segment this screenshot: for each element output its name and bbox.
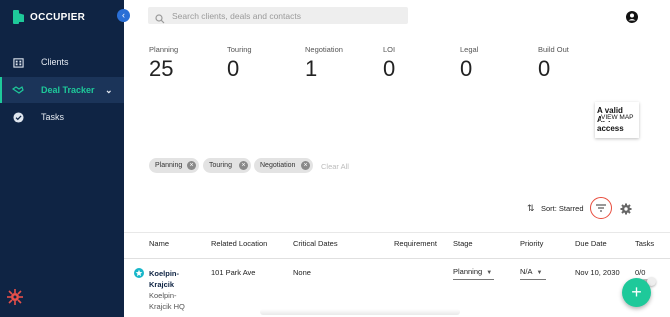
critical-dates-cell: None <box>293 268 311 277</box>
table-top-divider <box>124 232 670 233</box>
stat-build-out[interactable]: Build Out 0 <box>538 45 569 82</box>
filter-chip-planning[interactable]: Planning × <box>149 158 199 173</box>
stat-label: Negotiation <box>305 45 343 54</box>
related-location-cell: 101 Park Ave <box>211 268 256 277</box>
column-header-priority[interactable]: Priority <box>520 239 543 248</box>
stat-value: 25 <box>149 56 174 81</box>
stat-legal[interactable]: Legal 0 <box>460 45 478 82</box>
view-map-button[interactable]: VIEW MAP <box>601 114 634 121</box>
column-header-tasks[interactable]: Tasks <box>635 239 654 248</box>
column-header-requirement[interactable]: Requirement <box>394 239 437 248</box>
caret-down-icon: ▼ <box>536 270 543 276</box>
caret-down-icon: ▼ <box>486 270 493 276</box>
stat-negotiation[interactable]: Negotiation 1 <box>305 45 343 82</box>
sidebar: OCCUPIER Clients Deal Tracker ⌄ Tasks <box>0 0 124 317</box>
filter-icon <box>596 204 606 212</box>
sidebar-item-label: Clients <box>41 57 69 67</box>
stat-touring[interactable]: Touring 0 <box>227 45 252 82</box>
stat-value: 0 <box>460 56 473 81</box>
settings-gear-icon[interactable] <box>620 202 632 215</box>
due-date-cell: Nov 10, 2030 <box>575 268 620 277</box>
app-logo[interactable]: OCCUPIER <box>13 10 85 24</box>
column-header-stage[interactable]: Stage <box>453 239 473 248</box>
stat-label: Legal <box>460 45 479 54</box>
sidebar-item-clients[interactable]: Clients <box>0 49 124 75</box>
column-header-name[interactable]: Name <box>149 239 169 248</box>
collapse-sidebar-button[interactable]: ‹ <box>117 9 130 22</box>
priority-select[interactable]: N/A ▼ <box>520 267 546 280</box>
column-header-critical-dates[interactable]: Critical Dates <box>293 239 338 248</box>
chip-label: Touring <box>209 162 232 169</box>
header-divider <box>124 258 670 259</box>
deal-name: Koelpin-Krajcik HQ <box>149 291 185 311</box>
chip-label: Negotiation <box>260 162 296 169</box>
filter-button[interactable] <box>590 197 612 219</box>
priority-value: N/A <box>520 267 533 276</box>
stat-value: 0 <box>383 56 396 81</box>
stat-value: 0 <box>227 56 240 81</box>
sidebar-item-label: Tasks <box>41 112 65 122</box>
sidebar-item-deal-tracker[interactable]: Deal Tracker ⌄ <box>0 77 124 103</box>
remove-chip-icon[interactable]: × <box>301 161 310 170</box>
check-circle-icon <box>12 111 24 123</box>
chevron-down-icon[interactable]: ⌄ <box>105 85 113 96</box>
stat-value: 1 <box>305 56 318 81</box>
account-icon[interactable] <box>626 10 638 23</box>
clear-all-button[interactable]: Clear All <box>321 162 349 171</box>
stat-value: 0 <box>538 56 551 81</box>
building-icon <box>12 56 24 68</box>
stat-label: Planning <box>149 45 179 54</box>
remove-chip-icon[interactable]: × <box>239 161 248 170</box>
stat-label: LOI <box>383 45 396 54</box>
filter-chip-negotiation[interactable]: Negotiation × <box>254 158 313 173</box>
search-input[interactable]: Search clients, deals and contacts <box>148 7 408 24</box>
add-deal-button[interactable]: + <box>622 278 651 307</box>
star-icon[interactable] <box>134 268 144 278</box>
app-name: OCCUPIER <box>30 11 86 23</box>
stat-label: Touring <box>227 45 252 54</box>
tasks-cell: 0/0 <box>635 268 646 277</box>
sort-icon[interactable]: ⇅ <box>527 203 535 214</box>
handshake-icon <box>12 84 24 96</box>
logo-mark-icon <box>13 10 24 24</box>
search-placeholder: Search clients, deals and contacts <box>172 10 301 21</box>
bug-reporter-icon[interactable] <box>5 287 25 307</box>
sidebar-item-label: Deal Tracker <box>41 85 95 95</box>
chip-label: Planning <box>155 162 183 169</box>
stage-select[interactable]: Planning ▼ <box>453 267 494 280</box>
search-icon <box>155 11 165 23</box>
top-bar: Search clients, deals and contacts <box>124 0 670 32</box>
column-header-due-date[interactable]: Due Date <box>575 239 607 248</box>
scroll-shadow <box>260 309 460 315</box>
column-header-related-location[interactable]: Related Location <box>211 239 267 248</box>
sidebar-item-tasks[interactable]: Tasks <box>0 104 124 130</box>
filter-chip-touring[interactable]: Touring × <box>203 158 251 173</box>
stat-label: Build Out <box>538 45 569 54</box>
stat-planning[interactable]: Planning 25 <box>149 45 178 82</box>
sort-dropdown[interactable]: Sort: Starred <box>541 204 584 213</box>
stat-loi[interactable]: LOI 0 <box>383 45 395 82</box>
map-widget: A valid API access VIEW MAP <box>595 102 639 138</box>
client-name-link[interactable]: Koelpin-Krajcik <box>149 268 194 290</box>
stage-value: Planning <box>453 267 483 276</box>
remove-chip-icon[interactable]: × <box>187 161 196 170</box>
